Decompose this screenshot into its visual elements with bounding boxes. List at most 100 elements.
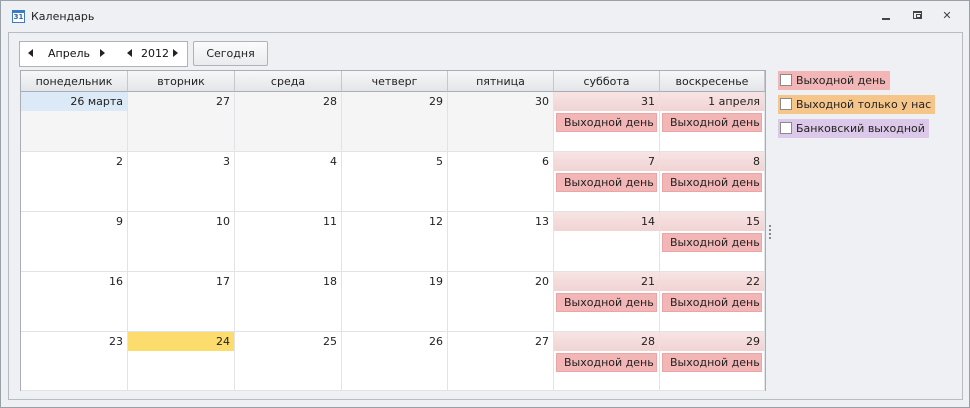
day-cell[interactable]: 19 bbox=[342, 272, 448, 332]
holiday-event[interactable]: Выходной день bbox=[662, 233, 762, 252]
day-header-bar: 26 марта bbox=[21, 92, 127, 111]
day-cell[interactable]: 15 Выходной день bbox=[660, 212, 765, 272]
day-cell[interactable]: 24 bbox=[128, 332, 235, 391]
day-header-bar: 5 bbox=[342, 152, 447, 171]
day-number: 13 bbox=[535, 215, 549, 228]
legend-item[interactable]: Выходной день bbox=[778, 71, 890, 90]
day-header-bar: 29 bbox=[660, 332, 764, 351]
day-number: 30 bbox=[535, 95, 549, 108]
holiday-event[interactable]: Выходной день bbox=[662, 173, 762, 192]
day-cell[interactable]: 28 Выходной день bbox=[554, 332, 660, 391]
holiday-event[interactable]: Выходной день bbox=[662, 293, 762, 312]
day-cell[interactable]: 6 bbox=[448, 152, 554, 212]
day-number: 4 bbox=[330, 155, 337, 168]
minimize-button[interactable] bbox=[879, 9, 895, 23]
day-header-bar: 17 bbox=[128, 272, 234, 291]
legend-checkbox[interactable] bbox=[780, 122, 792, 134]
restore-button[interactable] bbox=[910, 9, 926, 23]
day-cell[interactable]: 9 bbox=[21, 212, 128, 272]
day-cell[interactable]: 14 bbox=[554, 212, 660, 272]
holiday-event[interactable]: Выходной день bbox=[556, 353, 657, 372]
holiday-event[interactable]: Выходной день bbox=[556, 113, 657, 132]
day-header-bar: 29 bbox=[342, 92, 447, 111]
day-number: 28 bbox=[323, 95, 337, 108]
close-button[interactable]: ✕ bbox=[939, 9, 955, 23]
day-cell[interactable]: 18 bbox=[235, 272, 342, 332]
date-navigator: Апрель 2012 bbox=[19, 41, 188, 67]
day-cell[interactable]: 2 bbox=[21, 152, 128, 212]
prev-year-arrow-icon[interactable] bbox=[127, 49, 132, 57]
weekday-header: воскресенье bbox=[660, 71, 765, 92]
weekday-header: вторник bbox=[128, 71, 235, 92]
holiday-event[interactable]: Выходной день bbox=[662, 113, 762, 132]
day-cell[interactable]: 17 bbox=[128, 272, 235, 332]
holiday-event[interactable]: Выходной день bbox=[556, 293, 657, 312]
day-cell[interactable]: 11 bbox=[235, 212, 342, 272]
day-cell[interactable]: 28 bbox=[235, 92, 342, 152]
weekday-header: пятница bbox=[448, 71, 554, 92]
day-cell[interactable]: 27 bbox=[448, 332, 554, 391]
day-cell[interactable]: 3 bbox=[128, 152, 235, 212]
day-cell[interactable]: 25 bbox=[235, 332, 342, 391]
next-month-arrow-icon[interactable] bbox=[100, 49, 105, 57]
day-cell[interactable]: 5 bbox=[342, 152, 448, 212]
day-cell[interactable]: 1 апреля Выходной день bbox=[660, 92, 765, 152]
legend-checkbox[interactable] bbox=[780, 74, 792, 86]
day-cell[interactable]: 22 Выходной день bbox=[660, 272, 765, 332]
day-cell[interactable]: 7 Выходной день bbox=[554, 152, 660, 212]
day-number: 12 bbox=[429, 215, 443, 228]
day-header-bar: 9 bbox=[21, 212, 127, 231]
day-number: 23 bbox=[109, 335, 123, 348]
weekday-header: суббота bbox=[554, 71, 660, 92]
day-number: 28 bbox=[641, 335, 655, 348]
legend-label: Выходной только у нас bbox=[796, 98, 932, 111]
close-icon: ✕ bbox=[942, 9, 952, 22]
day-cell[interactable]: 26 bbox=[342, 332, 448, 391]
day-cell[interactable]: 26 марта bbox=[21, 92, 128, 152]
day-cell[interactable]: 13 bbox=[448, 212, 554, 272]
day-header-bar: 23 bbox=[21, 332, 127, 351]
day-cell[interactable]: 21 Выходной день bbox=[554, 272, 660, 332]
day-cell[interactable]: 20 bbox=[448, 272, 554, 332]
day-number: 22 bbox=[746, 275, 760, 288]
day-number: 9 bbox=[116, 215, 123, 228]
day-number: 16 bbox=[109, 275, 123, 288]
day-number: 29 bbox=[746, 335, 760, 348]
legend-label: Банковский выходной bbox=[796, 122, 925, 135]
legend-checkbox[interactable] bbox=[780, 98, 792, 110]
day-cell[interactable]: 30 bbox=[448, 92, 554, 152]
day-header-bar: 2 bbox=[21, 152, 127, 171]
day-cell[interactable]: 4 bbox=[235, 152, 342, 212]
day-header-bar: 3 bbox=[128, 152, 234, 171]
day-number: 19 bbox=[429, 275, 443, 288]
today-button[interactable]: Сегодня bbox=[193, 41, 268, 66]
prev-month-arrow-icon[interactable] bbox=[28, 49, 33, 57]
holiday-event[interactable]: Выходной день bbox=[556, 173, 657, 192]
legend-item[interactable]: Банковский выходной bbox=[778, 119, 929, 138]
day-cell[interactable]: 31 Выходной день bbox=[554, 92, 660, 152]
month-grid: понедельник вторник среда четверг пятница суб… bbox=[20, 70, 766, 391]
restore-icon bbox=[913, 11, 922, 19]
splitter-handle[interactable] bbox=[769, 225, 772, 241]
day-cell[interactable]: 12 bbox=[342, 212, 448, 272]
day-cell[interactable]: 29 Выходной день bbox=[660, 332, 765, 391]
day-header-bar: 4 bbox=[235, 152, 341, 171]
day-cell[interactable]: 23 bbox=[21, 332, 128, 391]
day-cell[interactable]: 10 bbox=[128, 212, 235, 272]
legend-item[interactable]: Выходной только у нас bbox=[778, 95, 936, 114]
next-year-arrow-icon[interactable] bbox=[173, 49, 178, 57]
day-header-bar: 20 bbox=[448, 272, 553, 291]
year-label[interactable]: 2012 bbox=[141, 47, 169, 60]
day-cell[interactable]: 16 bbox=[21, 272, 128, 332]
day-cell[interactable]: 27 bbox=[128, 92, 235, 152]
day-number: 15 bbox=[746, 215, 760, 228]
title-bar[interactable]: 31 Календарь ✕ bbox=[1, 1, 969, 31]
day-header-bar: 8 bbox=[660, 152, 764, 171]
day-header-bar: 13 bbox=[448, 212, 553, 231]
day-cell[interactable]: 29 bbox=[342, 92, 448, 152]
day-number: 2 bbox=[116, 155, 123, 168]
day-cell[interactable]: 8 Выходной день bbox=[660, 152, 765, 212]
month-label[interactable]: Апрель bbox=[48, 47, 90, 60]
holiday-event[interactable]: Выходной день bbox=[662, 353, 762, 372]
day-number: 21 bbox=[641, 275, 655, 288]
